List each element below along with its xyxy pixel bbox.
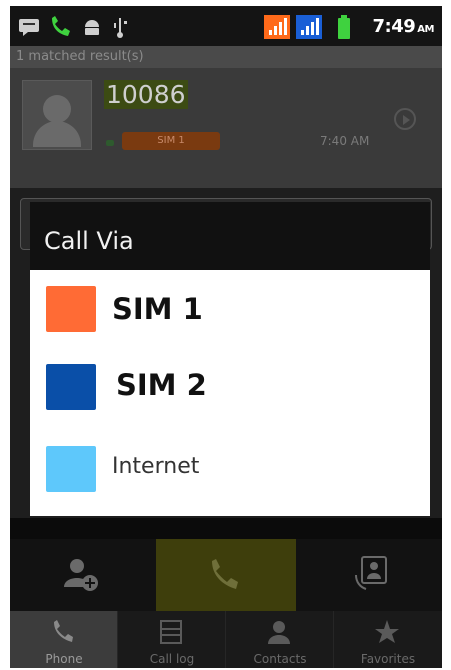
sim-tag-badge: SIM 1 bbox=[122, 132, 220, 150]
add-contact-icon bbox=[64, 557, 100, 597]
contact-card-icon bbox=[354, 555, 388, 595]
clock-ampm: AM bbox=[417, 24, 434, 35]
option-internet-label: Internet bbox=[112, 454, 200, 479]
dialog-title: Call Via bbox=[30, 202, 430, 270]
clock-time: 7:49 bbox=[372, 16, 416, 37]
contacts-icon bbox=[266, 619, 292, 648]
battery-icon bbox=[338, 15, 350, 43]
tab-contacts-label: Contacts bbox=[253, 652, 307, 666]
android-icon bbox=[82, 18, 102, 40]
tab-phone-label: Phone bbox=[45, 652, 83, 666]
option-internet[interactable]: Internet bbox=[30, 426, 430, 504]
star-icon bbox=[374, 619, 400, 648]
add-contact-button bbox=[10, 539, 156, 611]
message-icon bbox=[18, 18, 40, 40]
signal-sim2-icon bbox=[296, 15, 322, 43]
usb-icon bbox=[112, 16, 128, 42]
dialer-action-row bbox=[10, 539, 442, 611]
sim1-color-icon bbox=[46, 286, 96, 332]
call-log-icon bbox=[158, 619, 184, 648]
signal-sim1-icon bbox=[264, 15, 290, 43]
option-sim1[interactable]: SIM 1 bbox=[30, 270, 430, 348]
contact-card-button bbox=[296, 539, 442, 611]
tab-contacts: Contacts bbox=[226, 611, 334, 668]
matched-results-label: 1 matched result(s) bbox=[10, 46, 442, 68]
internet-color-icon bbox=[46, 446, 96, 492]
call-via-dialog: Call Via SIM 1 SIM 2 Internet bbox=[30, 202, 430, 516]
entry-time: 7:40 AM bbox=[320, 134, 370, 148]
phone-icon bbox=[48, 14, 74, 42]
entry-number: 10086 bbox=[104, 80, 188, 109]
tab-phone: Phone bbox=[10, 611, 118, 668]
tab-call-log: Call log bbox=[118, 611, 226, 668]
call-log-entry: 10086 SIM 1 7:40 AM bbox=[10, 68, 442, 188]
tab-favorites-label: Favorites bbox=[360, 652, 416, 666]
call-button bbox=[156, 539, 296, 611]
tab-favorites: Favorites bbox=[334, 611, 442, 668]
avatar bbox=[22, 80, 92, 150]
option-sim1-label: SIM 1 bbox=[112, 292, 203, 326]
status-bar: 7:49 AM bbox=[10, 6, 442, 46]
option-sim2[interactable]: SIM 2 bbox=[30, 348, 430, 426]
sim2-color-icon bbox=[46, 364, 96, 410]
option-sim2-label: SIM 2 bbox=[116, 368, 207, 402]
play-icon bbox=[394, 108, 416, 130]
clock: 7:49 AM bbox=[372, 16, 435, 37]
phone-icon bbox=[50, 619, 76, 648]
call-direction-icon bbox=[106, 140, 114, 146]
tab-bar: Phone Call log Contacts Favorites bbox=[10, 611, 442, 668]
call-icon bbox=[206, 557, 242, 597]
tab-call-log-label: Call log bbox=[149, 652, 195, 666]
phone-screen: 7:49 AM 1 matched result(s) 10086 SIM 1 7… bbox=[10, 6, 442, 668]
